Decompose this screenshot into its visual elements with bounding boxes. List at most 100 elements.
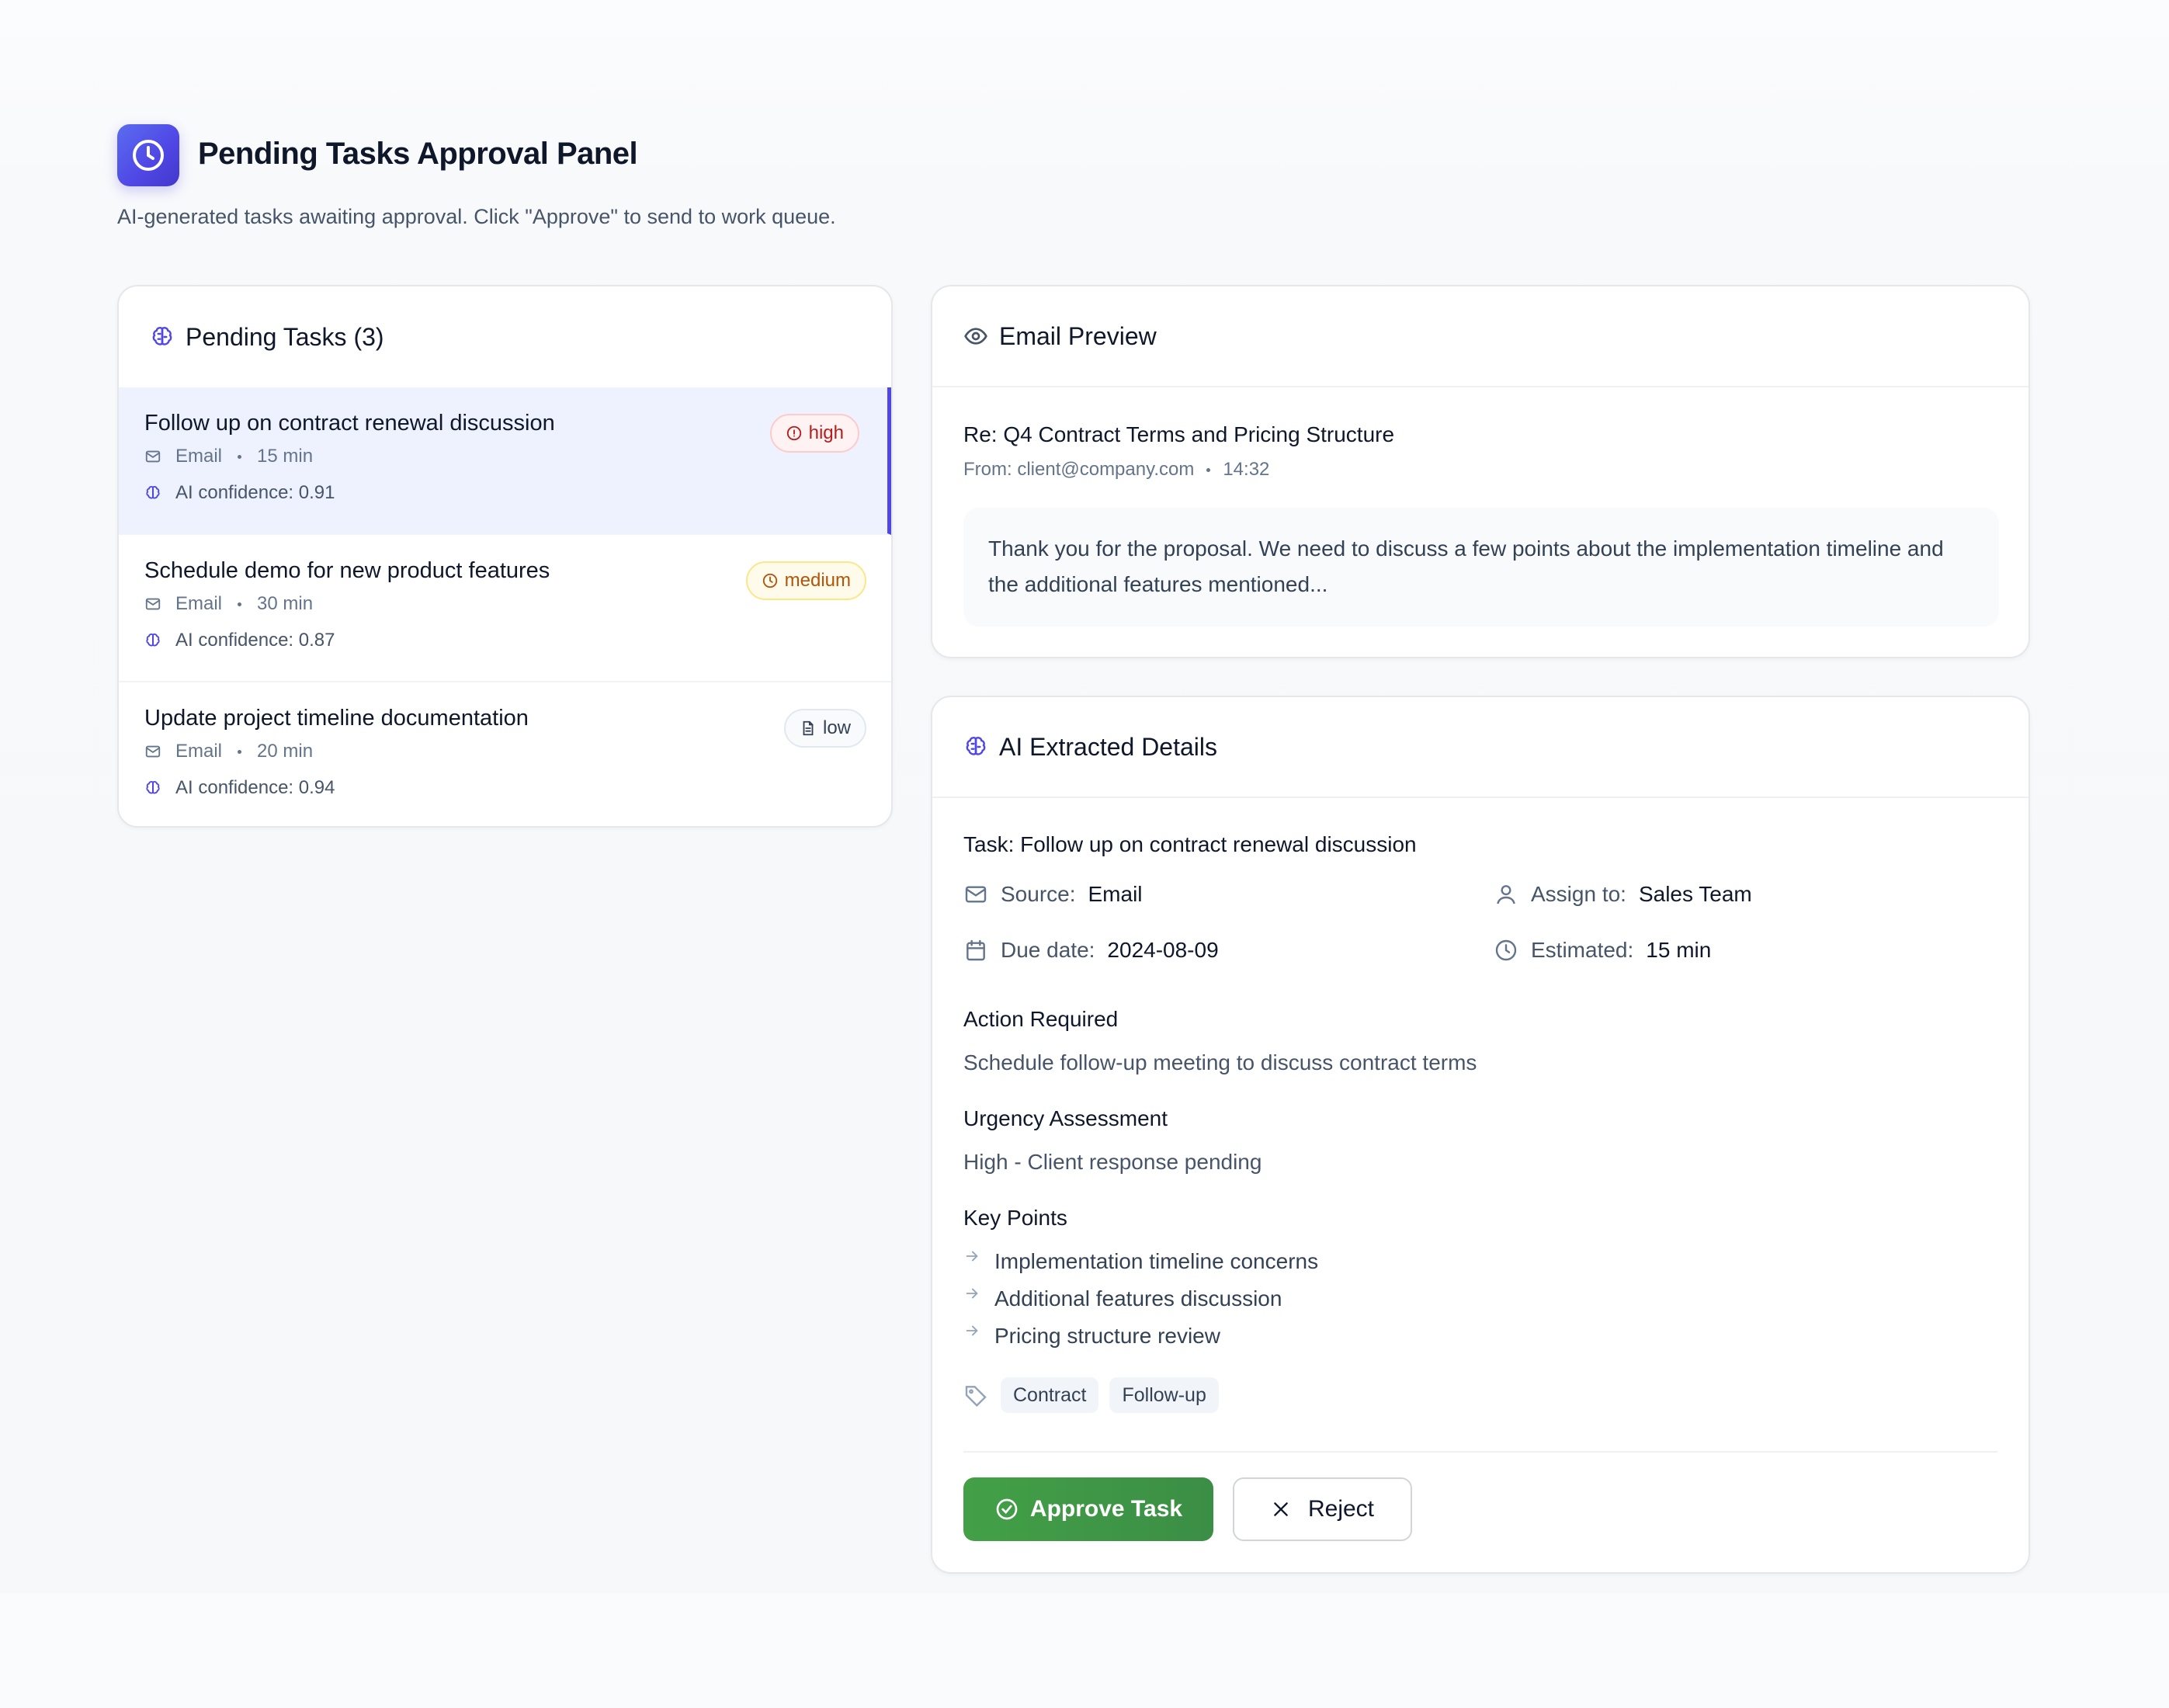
tag-contract: Contract xyxy=(1001,1377,1099,1413)
separator-dot xyxy=(238,749,242,754)
user-icon xyxy=(1497,885,1515,904)
key-point-text: Additional features discussion xyxy=(994,1286,1282,1311)
task-source: Email xyxy=(175,593,223,614)
task-duration: 30 min xyxy=(257,593,314,614)
brain-icon xyxy=(152,327,172,345)
page-subtitle: AI-generated tasks awaiting approval. Cl… xyxy=(117,205,836,228)
source-value: Email xyxy=(1088,882,1143,906)
key-points-heading: Key Points xyxy=(963,1206,1067,1230)
task-title: Update project timeline documentation xyxy=(144,706,529,731)
priority-label: medium xyxy=(784,570,851,591)
ai-details-header: AI Extracted Details xyxy=(932,697,2028,798)
mail-icon xyxy=(965,886,987,903)
key-point-text: Implementation timeline concerns xyxy=(994,1249,1319,1273)
task-meta: Email 30 min xyxy=(144,593,313,615)
task-item-product-demo[interactable]: Schedule demo for new product features m… xyxy=(119,535,891,682)
confidence-text: AI confidence: 0.91 xyxy=(175,482,335,503)
key-point-text: Pricing structure review xyxy=(994,1324,1220,1348)
estimated-field: Estimated: 15 min xyxy=(1494,938,1711,963)
separator-dot xyxy=(1206,467,1211,472)
reject-button[interactable]: Reject xyxy=(1233,1477,1412,1541)
approve-task-button[interactable]: Approve Task xyxy=(963,1477,1213,1541)
key-point-item: Additional features discussion xyxy=(963,1286,1282,1311)
tag-follow-up: Follow-up xyxy=(1109,1377,1219,1413)
email-from: From: client@company.com xyxy=(963,459,1195,480)
action-required-text: Schedule follow-up meeting to discuss co… xyxy=(963,1050,1477,1074)
calendar-icon xyxy=(967,939,985,961)
footer-band xyxy=(0,1593,2169,1708)
key-point-item: Implementation timeline concerns xyxy=(963,1249,1318,1274)
alert-circle-icon xyxy=(786,425,801,441)
close-icon xyxy=(1274,1502,1288,1516)
task-duration: 15 min xyxy=(257,446,314,467)
arrow-right-icon xyxy=(966,1288,978,1299)
clock-icon xyxy=(762,573,777,588)
assign-value: Sales Team xyxy=(1638,882,1752,906)
document-icon xyxy=(803,720,814,736)
separator-dot xyxy=(238,602,242,606)
estimated-value: 15 min xyxy=(1646,938,1712,962)
mail-icon xyxy=(145,450,161,463)
task-confidence: AI confidence: 0.91 xyxy=(144,482,335,504)
reject-label: Reject xyxy=(1307,1496,1375,1522)
due-date-value: 2024-08-09 xyxy=(1107,938,1219,962)
priority-label: high xyxy=(808,422,844,443)
due-date-label: Due date: xyxy=(1001,938,1095,962)
arrow-right-icon xyxy=(966,1325,978,1336)
source-field: Source: Email xyxy=(963,882,1143,907)
confidence-text: AI confidence: 0.94 xyxy=(175,777,335,798)
task-confidence: AI confidence: 0.94 xyxy=(144,777,335,799)
mail-icon xyxy=(145,745,161,758)
task-item-contract-renewal[interactable]: Follow up on contract renewal discussion… xyxy=(119,387,891,535)
key-point-item: Pricing structure review xyxy=(963,1324,1220,1349)
task-item-timeline-docs[interactable]: Update project timeline documentation lo… xyxy=(119,682,891,826)
check-circle-icon xyxy=(996,1498,1018,1520)
pending-tasks-header: Pending Tasks (3) xyxy=(119,286,891,387)
brain-icon xyxy=(146,486,160,499)
urgency-heading: Urgency Assessment xyxy=(963,1106,1168,1130)
pending-tasks-card: Pending Tasks (3) Follow up on contract … xyxy=(117,285,893,828)
eye-icon xyxy=(964,328,987,345)
pending-tasks-title: Pending Tasks (3) xyxy=(186,322,384,351)
brain-icon xyxy=(966,737,986,755)
priority-badge-medium: medium xyxy=(745,561,866,600)
brain-icon xyxy=(146,634,160,647)
confidence-text: AI confidence: 0.87 xyxy=(175,630,335,651)
priority-label: low xyxy=(822,717,851,738)
clock-logo-icon xyxy=(117,124,179,186)
email-subject: Re: Q4 Contract Terms and Pricing Struct… xyxy=(963,422,1395,446)
email-preview-card: Email Preview Re: Q4 Contract Terms and … xyxy=(931,285,2030,658)
priority-badge-high: high xyxy=(769,414,859,453)
email-sender-line: From: client@company.com 14:32 xyxy=(963,459,1269,481)
assign-label: Assign to: xyxy=(1531,882,1626,906)
approve-label: Approve Task xyxy=(1029,1496,1183,1522)
task-source: Email xyxy=(175,741,223,762)
priority-badge-low: low xyxy=(783,709,866,748)
task-title: Schedule demo for new product features xyxy=(144,558,550,583)
ai-details-card: AI Extracted Details Task: Follow up on … xyxy=(931,696,2030,1574)
email-preview-title: Email Preview xyxy=(999,321,1157,350)
mail-icon xyxy=(145,598,161,610)
brain-icon xyxy=(146,781,160,794)
task-title: Follow up on contract renewal discussion xyxy=(144,411,555,436)
action-required-heading: Action Required xyxy=(963,1007,1119,1031)
source-label: Source: xyxy=(1001,882,1076,906)
assign-field: Assign to: Sales Team xyxy=(1494,882,1752,907)
email-body: Thank you for the proposal. We need to d… xyxy=(963,508,1999,627)
divider xyxy=(963,1451,1997,1453)
tag-list: Contract Follow-up xyxy=(963,1377,1230,1413)
clock-icon xyxy=(1495,939,1517,961)
arrow-right-icon xyxy=(966,1251,978,1262)
email-preview-header: Email Preview xyxy=(932,286,2028,387)
due-date-field: Due date: 2024-08-09 xyxy=(963,938,1219,963)
task-confidence: AI confidence: 0.87 xyxy=(144,630,335,651)
task-duration: 20 min xyxy=(257,741,314,762)
extracted-task-title: Task: Follow up on contract renewal disc… xyxy=(963,832,1417,856)
task-meta: Email 20 min xyxy=(144,741,313,762)
tag-icon xyxy=(965,1386,987,1408)
page-title: Pending Tasks Approval Panel xyxy=(198,137,638,171)
task-source: Email xyxy=(175,446,223,467)
separator-dot xyxy=(238,454,242,459)
ai-details-title: AI Extracted Details xyxy=(999,732,1217,761)
task-meta: Email 15 min xyxy=(144,446,313,467)
